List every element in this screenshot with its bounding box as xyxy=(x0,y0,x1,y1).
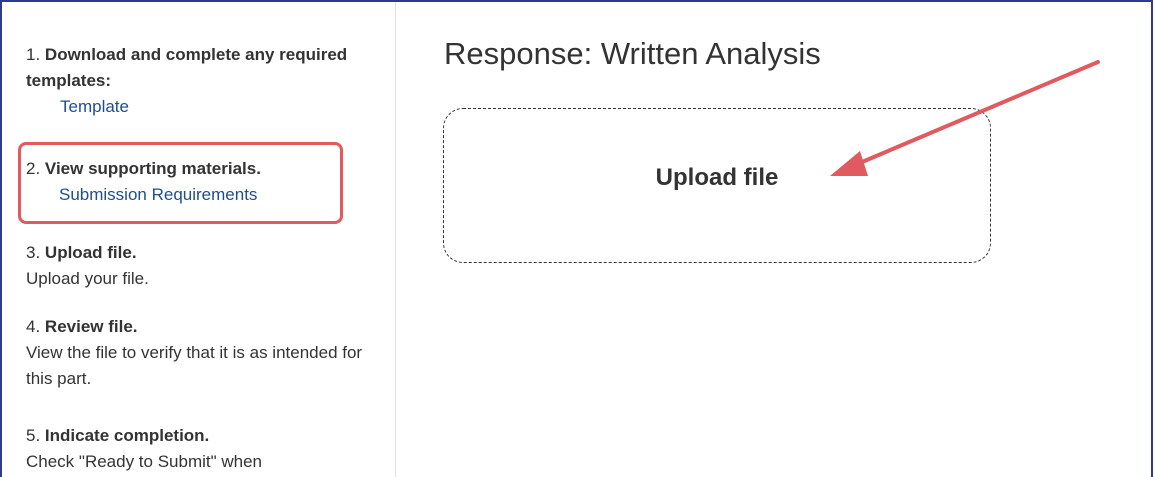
step-3: 3. Upload file. Upload your file. xyxy=(26,240,366,292)
step-title: Download and complete any required templ… xyxy=(26,45,348,90)
step-number: 2. xyxy=(26,159,41,178)
step-title: Upload file. xyxy=(44,243,137,262)
template-link[interactable]: Template xyxy=(26,94,366,120)
step-title: View supporting materials. xyxy=(44,159,261,178)
submission-requirements-link[interactable]: Submission Requirements xyxy=(26,182,366,208)
step-1: 1. Download and complete any required te… xyxy=(26,42,366,120)
upload-file-dropzone[interactable]: Upload file xyxy=(443,108,991,263)
step-number: 1. xyxy=(26,45,41,64)
step-title: Indicate completion. xyxy=(44,426,210,445)
step-5: 5. Indicate completion. Check "Ready to … xyxy=(26,423,366,475)
step-description: Upload your file. xyxy=(26,269,149,288)
step-4: 4. Review file. View the file to verify … xyxy=(26,314,366,392)
step-title: Review file. xyxy=(44,317,138,336)
instructions-sidebar: 1. Download and complete any required te… xyxy=(2,2,396,477)
upload-file-label[interactable]: Upload file xyxy=(444,164,990,192)
step-description: Check "Ready to Submit" when xyxy=(26,452,263,471)
page-title: Response: Written Analysis xyxy=(444,36,821,71)
step-2: 2. View supporting materials. Submission… xyxy=(26,156,366,208)
step-number: 5. xyxy=(26,426,41,445)
step-number: 3. xyxy=(26,243,41,262)
step-description: View the file to verify that it is as in… xyxy=(26,343,363,388)
step-number: 4. xyxy=(26,317,41,336)
